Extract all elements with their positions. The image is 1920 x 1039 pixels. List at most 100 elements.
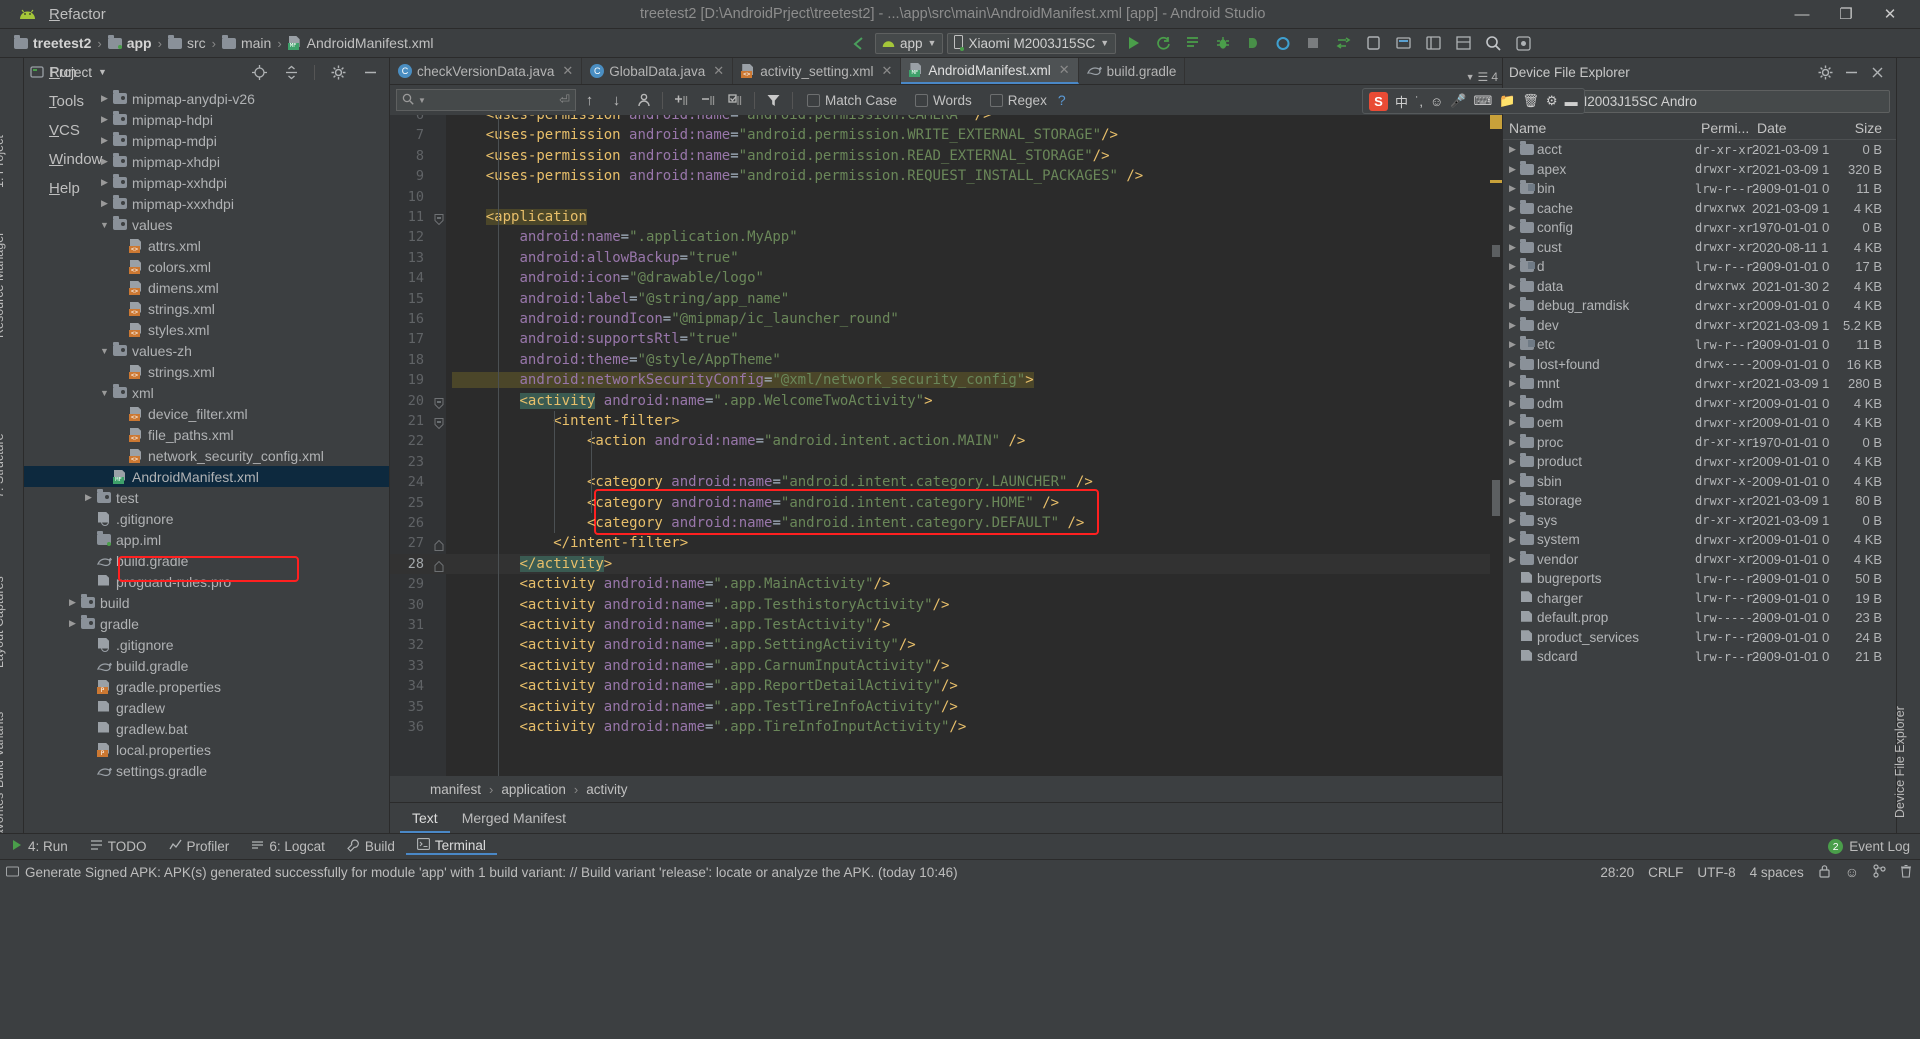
breadcrumb-item-app[interactable]: app	[104, 34, 156, 51]
fold-marker[interactable]	[434, 396, 444, 409]
device-file-row[interactable]: ▶ cust drwxr-xr 2020-08-11 1 4 KB	[1503, 238, 1896, 258]
code-line[interactable]: <activity android:name=".app.ReportDetai…	[452, 676, 958, 696]
device-file-row[interactable]: product_services lrw-r--r-- 2009-01-01 0 24…	[1503, 628, 1896, 648]
stop-button[interactable]	[1300, 31, 1326, 55]
find-next-button[interactable]: ↓	[603, 87, 630, 113]
caret-position[interactable]: 28:20	[1600, 865, 1634, 880]
disclosure-arrow[interactable]: ▼	[98, 346, 111, 356]
avd-manager-button[interactable]	[1360, 31, 1386, 55]
words-checkbox[interactable]: Words	[906, 93, 981, 108]
code-line[interactable]: android:allowBackup="true"	[452, 248, 739, 268]
settings-button[interactable]	[1510, 31, 1536, 55]
disclosure-arrow[interactable]: ▶	[98, 135, 111, 146]
hide-icon[interactable]	[357, 60, 383, 84]
close-icon[interactable]: ✕	[1056, 62, 1070, 78]
run-button[interactable]	[1120, 31, 1146, 55]
column-permissions[interactable]: Permi...	[1695, 120, 1751, 136]
tree-item-gradlew[interactable]: gradlew	[24, 697, 389, 718]
device-file-row[interactable]: ▶ acct dr-xr-xr- 2021-03-09 1 0 B	[1503, 140, 1896, 160]
code-line[interactable]: android:theme="@style/AppTheme"	[452, 350, 781, 370]
device-file-row[interactable]: ▶ config drwxr-xr 1970-01-01 0 0 B	[1503, 218, 1896, 238]
chevron-down-icon[interactable]: ▼	[1466, 72, 1475, 82]
tree-item-dimens-xml[interactable]: <> dimens.xml	[24, 277, 389, 298]
disclosure-arrow[interactable]: ▶	[1503, 437, 1517, 448]
ime-keyboard-icon[interactable]: ⌨	[1473, 93, 1492, 109]
minimize-icon[interactable]	[1838, 60, 1864, 84]
checkbox[interactable]	[915, 93, 929, 107]
ime-clipboard-icon[interactable]: 📁	[1499, 93, 1515, 109]
disclosure-arrow[interactable]: ▶	[1503, 203, 1517, 214]
device-file-columns[interactable]: Name Permi... Date Size	[1503, 116, 1896, 140]
regex-checkbox[interactable]: Regex	[981, 93, 1056, 108]
code-line[interactable]: <activity android:name=".app.TireInfoInp…	[452, 717, 967, 737]
editor-bottom-tabs[interactable]: Text Merged Manifest	[390, 802, 1502, 833]
editor-scroll-markers[interactable]	[1490, 115, 1502, 776]
device-file-list[interactable]: ▶ acct dr-xr-xr- 2021-03-09 10 B ▶ apex drwxr-…	[1503, 140, 1896, 833]
branch-icon[interactable]	[1873, 863, 1886, 881]
device-file-row[interactable]: ▶ apex drwxr-xr 2021-03-09 1 320 B	[1503, 160, 1896, 180]
disclosure-arrow[interactable]: ▶	[1503, 417, 1517, 428]
breadcrumb-item-src[interactable]: src	[164, 34, 210, 51]
disclosure-arrow[interactable]: ▶	[1503, 359, 1517, 370]
tree-item-colors-xml[interactable]: <> colors.xml	[24, 256, 389, 277]
project-tree[interactable]: ▶ mipmap-anydpi-v26 ▶ mipmap-hdpi ▶ mipmap-md…	[24, 86, 389, 833]
code-line[interactable]: <application	[452, 207, 587, 227]
code-line[interactable]: android:roundIcon="@mipmap/ic_launcher_r…	[452, 309, 899, 329]
checkbox[interactable]	[989, 93, 1003, 107]
main-toolbar[interactable]: app ▼ Xiaomi M2003J15SC ▼	[845, 29, 1536, 58]
window-controls[interactable]: — ❐ ✕	[1780, 0, 1912, 28]
menu-refactor[interactable]: Refactor	[40, 0, 117, 29]
code-content[interactable]: <uses-permission android:name="android.p…	[446, 115, 1490, 776]
tree-item-build[interactable]: ▶ build	[24, 592, 389, 613]
close-icon[interactable]: ✕	[710, 63, 724, 79]
tree-item-strings-xml[interactable]: <> strings.xml	[24, 361, 389, 382]
device-file-row[interactable]: ▶ cache drwxrwx 2021-03-09 1 4 KB	[1503, 199, 1896, 219]
disclosure-arrow[interactable]: ▶	[1503, 515, 1517, 526]
bottom-tab-4-run[interactable]: 4: Run	[0, 839, 79, 854]
gear-icon[interactable]	[325, 60, 351, 84]
attach-debugger-button[interactable]	[1240, 31, 1266, 55]
tree-item-mipmap-xxxhdpi[interactable]: ▶ mipmap-xxxhdpi	[24, 193, 389, 214]
file-encoding[interactable]: UTF-8	[1697, 865, 1735, 880]
editor-tab-androidmanifest-xml[interactable]: MF AndroidManifest.xml ✕	[901, 58, 1079, 84]
code-line[interactable]: <activity android:name=".app.MainActivit…	[452, 574, 891, 594]
disclosure-arrow[interactable]: ▶	[1503, 398, 1517, 409]
fold-marker[interactable]	[434, 416, 444, 430]
device-file-row[interactable]: ▶ mnt drwxr-xr 2021-03-09 1 280 B	[1503, 374, 1896, 394]
right-tool-strip[interactable]: Device File Explorer	[1893, 58, 1920, 833]
disclosure-arrow[interactable]: ▶	[1503, 144, 1517, 155]
disclosure-arrow[interactable]: ▶	[1503, 300, 1517, 311]
disclosure-arrow[interactable]: ▶	[98, 93, 111, 104]
bottom-tab-terminal[interactable]: Terminal	[405, 838, 497, 855]
filter-icon[interactable]	[760, 87, 787, 113]
run-configuration-selector[interactable]: app ▼	[875, 32, 944, 54]
gear-icon[interactable]	[1812, 60, 1838, 84]
apply-changes-button[interactable]	[1150, 31, 1176, 55]
tree-item-network-security-config-xml[interactable]: <> network_security_config.xml	[24, 445, 389, 466]
device-file-row[interactable]: ▶ system drwxr-xr 2009-01-01 0 4 KB	[1503, 530, 1896, 550]
locate-icon[interactable]	[246, 60, 272, 84]
disclosure-arrow[interactable]: ▶	[1503, 261, 1517, 272]
device-file-row[interactable]: charger lrw-r--r-- 2009-01-01 0 19 B	[1503, 589, 1896, 609]
indent-setting[interactable]: 4 spaces	[1750, 865, 1804, 880]
bottom-tab-profiler[interactable]: Profiler	[158, 839, 241, 854]
warning-marker[interactable]	[1490, 115, 1502, 129]
scrollbar-thumb[interactable]	[1492, 480, 1500, 516]
fold-marker[interactable]	[434, 559, 444, 572]
sidebar-item-resource-manager[interactable]: Resource Manager	[0, 232, 6, 338]
disclosure-arrow[interactable]: ▶	[1503, 281, 1517, 292]
code-line[interactable]: android:name=".application.MyApp"	[452, 227, 798, 247]
code-line[interactable]: <activity android:name=".app.TestActivit…	[452, 615, 891, 635]
disclosure-arrow[interactable]: ▶	[1503, 495, 1517, 506]
xml-breadcrumb-activity[interactable]: activity	[586, 782, 627, 797]
device-file-row[interactable]: ▶ oem drwxr-xr 2009-01-01 0 4 KB	[1503, 413, 1896, 433]
disclosure-arrow[interactable]: ▶	[1503, 242, 1517, 253]
breadcrumb-item-main[interactable]: main	[218, 34, 275, 51]
find-previous-button[interactable]: ↑	[576, 87, 603, 113]
disclosure-arrow[interactable]: ▼	[98, 220, 111, 230]
ime-punctuation-icon[interactable]: ˙,	[1415, 94, 1423, 109]
device-file-row[interactable]: ▶ sys dr-xr-xr- 2021-03-09 1 0 B	[1503, 511, 1896, 531]
debug-button[interactable]	[1210, 31, 1236, 55]
event-log-button[interactable]: 2 Event Log	[1828, 839, 1910, 854]
scrollbar-thumb[interactable]	[1492, 245, 1500, 257]
